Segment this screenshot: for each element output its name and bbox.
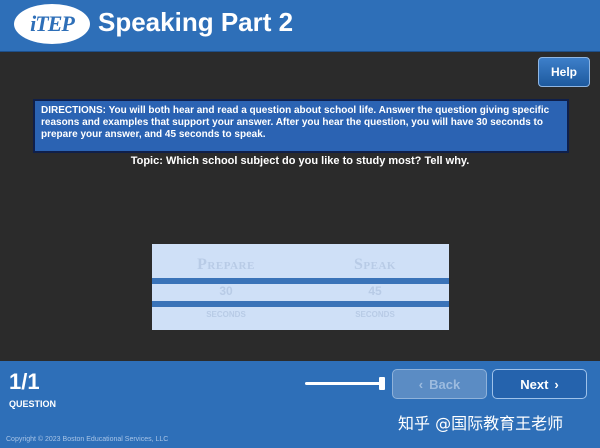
help-button[interactable]: Help xyxy=(538,57,590,87)
speak-unit: SECONDS xyxy=(355,310,395,319)
prepare-seconds: 30 xyxy=(219,284,233,298)
speak-seconds: 45 xyxy=(368,284,382,298)
next-label: Next xyxy=(520,376,549,392)
speak-label: Speak xyxy=(354,256,396,273)
question-counter: 1/1 xyxy=(9,369,40,394)
next-button[interactable]: Next › xyxy=(492,369,587,399)
chevron-right-icon: › xyxy=(554,376,559,392)
chevron-left-icon: ‹ xyxy=(418,376,424,392)
topic-text: Topic: Which school subject do you like … xyxy=(130,155,470,167)
prepare-unit: SECONDS xyxy=(206,310,246,319)
copyright-text: Copyright © 2023 Boston Educational Serv… xyxy=(6,436,169,443)
volume-slider[interactable] xyxy=(305,382,383,385)
header-bar: iTEP Speaking Part 2 xyxy=(0,0,600,52)
volume-slider-thumb[interactable] xyxy=(379,377,385,390)
watermark-text: 知乎 @国际教育王老师 xyxy=(398,414,564,433)
question-label: QUESTION xyxy=(9,399,57,409)
directions-box: DIRECTIONS: You will both hear and read … xyxy=(33,99,569,153)
timer-panel: Prepare Speak 30 45 SECONDS SECONDS xyxy=(152,244,449,330)
footer-bar: 1/1 QUESTION ‹ Back Next › 知乎 @国际教育王老师 C… xyxy=(0,361,600,448)
back-button[interactable]: ‹ Back xyxy=(392,369,487,399)
prepare-label: Prepare xyxy=(197,256,255,273)
logo-text: iTEP xyxy=(30,11,75,36)
timer-divider-bottom xyxy=(152,301,449,307)
page-title: Speaking Part 2 xyxy=(98,7,294,37)
itep-logo: iTEP xyxy=(14,4,90,44)
back-label: Back xyxy=(429,376,461,392)
